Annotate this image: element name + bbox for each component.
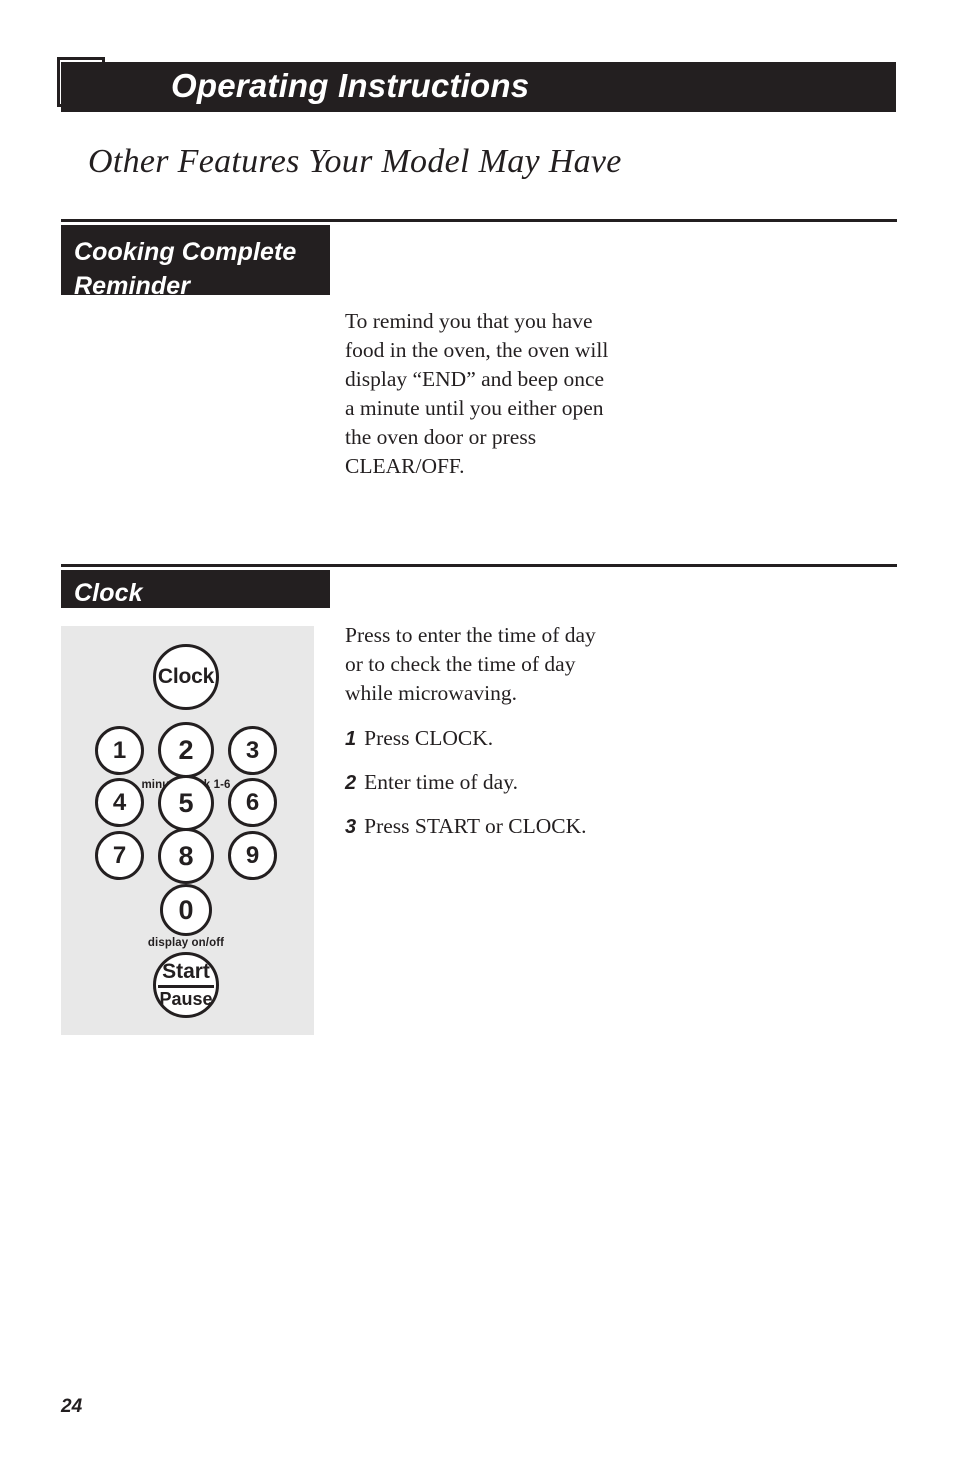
clock-step-2-number: 2 [345,772,357,794]
cooking-complete-reminder-paragraph: To remind you that you have food in the … [345,309,609,478]
keypad-key-3-label: 3 [245,736,260,764]
keypad-clock-button: Clock [153,644,219,710]
clock-step-1: 1 Press CLOCK. [345,724,615,754]
keypad-key-5-label: 5 [178,787,194,818]
keypad-key-4-label: 4 [112,788,127,816]
keypad-start-pause-stack: Start Pause [158,960,214,1010]
keypad-key-7-label: 7 [112,841,127,869]
keypad-key-4: 4 [95,778,144,827]
section-divider-rule-1 [61,219,897,222]
keypad-illustration-panel: Clock 1 2 3 minute cook 1-6 4 5 6 7 8 9 … [61,626,314,1035]
keypad-key-2-label: 2 [178,734,194,765]
clock-step-1-number: 1 [345,728,357,750]
keypad-key-1: 1 [95,726,144,775]
keypad-clock-button-label: Clock [157,665,215,688]
keypad-key-6-label: 6 [245,788,260,816]
section-header-label-line2: Reminder [74,272,191,300]
keypad-start-label: Start [162,960,210,984]
keypad-key-7: 7 [95,831,144,880]
keypad-key-3: 3 [228,726,277,775]
section-header-label-line1: Cooking Complete [74,238,297,266]
keypad-start-pause-divider [158,985,214,989]
section-header-clock: Clock [61,570,330,608]
page-subtitle: Other Features Your Model May Have [88,143,622,180]
section-body-clock: Press to enter the time of day or to che… [345,621,615,856]
clock-step-2: 2 Enter time of day. [345,768,615,798]
clock-intro-paragraph: Press to enter the time of day or to che… [345,623,596,705]
keypad-start-pause-button: Start Pause [153,952,219,1018]
keypad-key-9: 9 [228,831,277,880]
keypad-key-9-label: 9 [245,841,260,869]
clock-step-2-text: Enter time of day. [364,770,518,794]
keypad-key-1-label: 1 [112,736,127,764]
keypad-pause-label: Pause [159,989,213,1010]
keypad-key-8: 8 [158,828,214,884]
page-number: 24 [61,1396,83,1417]
keypad-key-0: 0 [160,884,212,936]
keypad-key-8-label: 8 [178,840,194,871]
keypad-key-0-label: 0 [178,894,194,925]
keypad-key-2: 2 [158,722,214,778]
clock-step-3-text: Press START or CLOCK. [364,814,587,838]
keypad-key-5: 5 [158,775,214,831]
clock-step-1-text: Press CLOCK. [364,726,494,750]
section-body-cooking-complete-reminder: To remind you that you have food in the … [345,307,615,497]
page-header-band: Operating Instructions [61,62,896,112]
clock-step-3-number: 3 [345,816,357,838]
section-header-label-clock: Clock [74,579,143,607]
page-header-title: Operating Instructions [171,67,530,105]
section-divider-rule-2 [61,564,897,567]
section-header-cooking-complete-reminder: Cooking Complete Reminder [61,225,330,300]
keypad-display-on-off-sublabel: display on/off [147,937,225,949]
keypad-key-6: 6 [228,778,277,827]
clock-step-3: 3 Press START or CLOCK. [345,812,615,842]
